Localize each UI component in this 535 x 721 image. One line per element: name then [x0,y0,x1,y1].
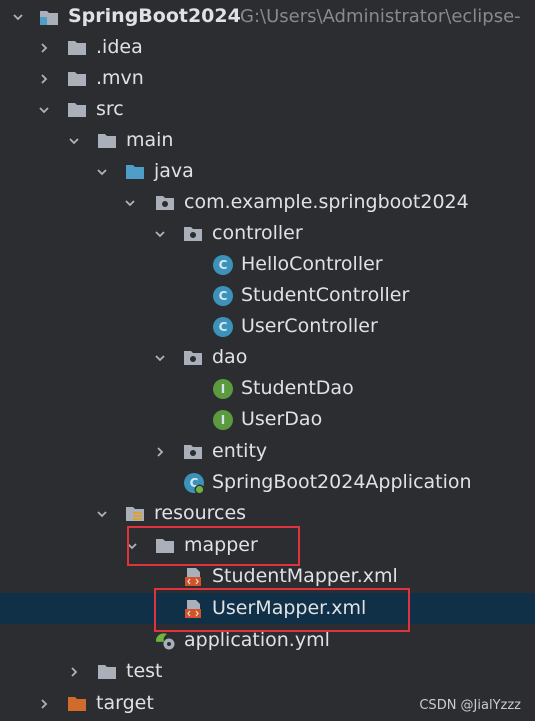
chevron-right-icon[interactable] [152,444,168,460]
tree-item-label: SpringBoot2024Application [212,471,472,493]
chevron-down-icon[interactable] [152,226,168,242]
tree-row-idea[interactable]: .idea [0,32,535,63]
excluded-folder-icon [66,693,88,715]
package-icon [182,347,204,369]
tree-item-label: resources [154,502,247,524]
tree-row-package-root[interactable]: com.example.springboot2024 [0,187,535,218]
tree-row-student-controller[interactable]: C StudentController [0,280,535,311]
tree-row-user-dao[interactable]: I UserDao [0,404,535,435]
package-icon [154,192,176,214]
tree-row-user-controller[interactable]: C UserController [0,311,535,342]
tree-item-label: java [154,160,194,182]
package-icon [182,441,204,463]
tree-row-mvn[interactable]: .mvn [0,63,535,94]
chevron-right-icon[interactable] [66,664,82,680]
chevron-right-icon[interactable] [36,696,52,712]
chevron-right-icon[interactable] [36,40,52,56]
project-tree: SpringBoot2024 G:\Users\Administrator\ec… [0,0,535,721]
class-icon: C [212,316,234,338]
tree-row-main[interactable]: main [0,125,535,156]
watermark: CSDN @JialYzzz [419,698,521,713]
tree-item-label: UserDao [241,408,323,430]
tree-item-label: dao [212,346,248,368]
tree-item-label: StudentController [241,284,410,306]
tree-item-label: target [96,692,154,714]
class-icon: C [212,285,234,307]
chevron-down-icon[interactable] [122,195,138,211]
interface-icon: I [212,409,234,431]
highlight-box-user-mapper [154,588,410,632]
tree-item-label: com.example.springboot2024 [184,191,469,213]
chevron-down-icon[interactable] [10,9,26,25]
chevron-down-icon[interactable] [36,102,52,118]
tree-item-label: .mvn [96,67,144,89]
folder-icon [66,68,88,90]
tree-row-entity[interactable]: entity [0,436,535,467]
project-root-label: SpringBoot2024 [68,5,241,27]
interface-icon: I [212,378,234,400]
chevron-right-icon[interactable] [36,71,52,87]
tree-item-label: controller [212,222,303,244]
folder-icon [66,99,88,121]
chevron-down-icon[interactable] [66,133,82,149]
class-icon: C [212,254,234,276]
tree-item-label: test [126,660,163,682]
tree-item-label: .idea [96,36,143,58]
tree-row-application-class[interactable]: C SpringBoot2024Application [0,467,535,498]
folder-icon [66,37,88,59]
tree-item-label: HelloController [241,253,383,275]
tree-row-project-root[interactable]: SpringBoot2024 G:\Users\Administrator\ec… [0,1,535,32]
tree-row-java[interactable]: java [0,156,535,187]
resources-folder-icon [124,503,146,525]
tree-item-label: entity [212,440,268,462]
tree-item-label: StudentDao [241,377,354,399]
spring-boot-class-icon: C [183,472,205,494]
folder-icon [96,130,118,152]
chevron-down-icon[interactable] [94,506,110,522]
tree-row-resources[interactable]: resources [0,498,535,529]
package-icon [182,223,204,245]
folder-icon [96,661,118,683]
tree-row-test[interactable]: test [0,656,535,687]
tree-item-label: main [126,129,174,151]
tree-item-label: src [96,98,124,120]
source-folder-icon [124,161,146,183]
tree-row-student-dao[interactable]: I StudentDao [0,373,535,404]
tree-item-label: UserController [241,315,378,337]
tree-row-src[interactable]: src [0,94,535,125]
tree-row-hello-controller[interactable]: C HelloController [0,249,535,280]
yaml-config-icon [154,630,176,652]
highlight-box-mapper [127,526,300,566]
chevron-down-icon[interactable] [152,350,168,366]
xml-file-icon [182,566,204,588]
project-path: G:\Users\Administrator\eclipse- [240,6,521,27]
tree-row-controller[interactable]: controller [0,218,535,249]
tree-row-dao[interactable]: dao [0,342,535,373]
chevron-down-icon[interactable] [94,164,110,180]
module-folder-icon [38,6,60,28]
